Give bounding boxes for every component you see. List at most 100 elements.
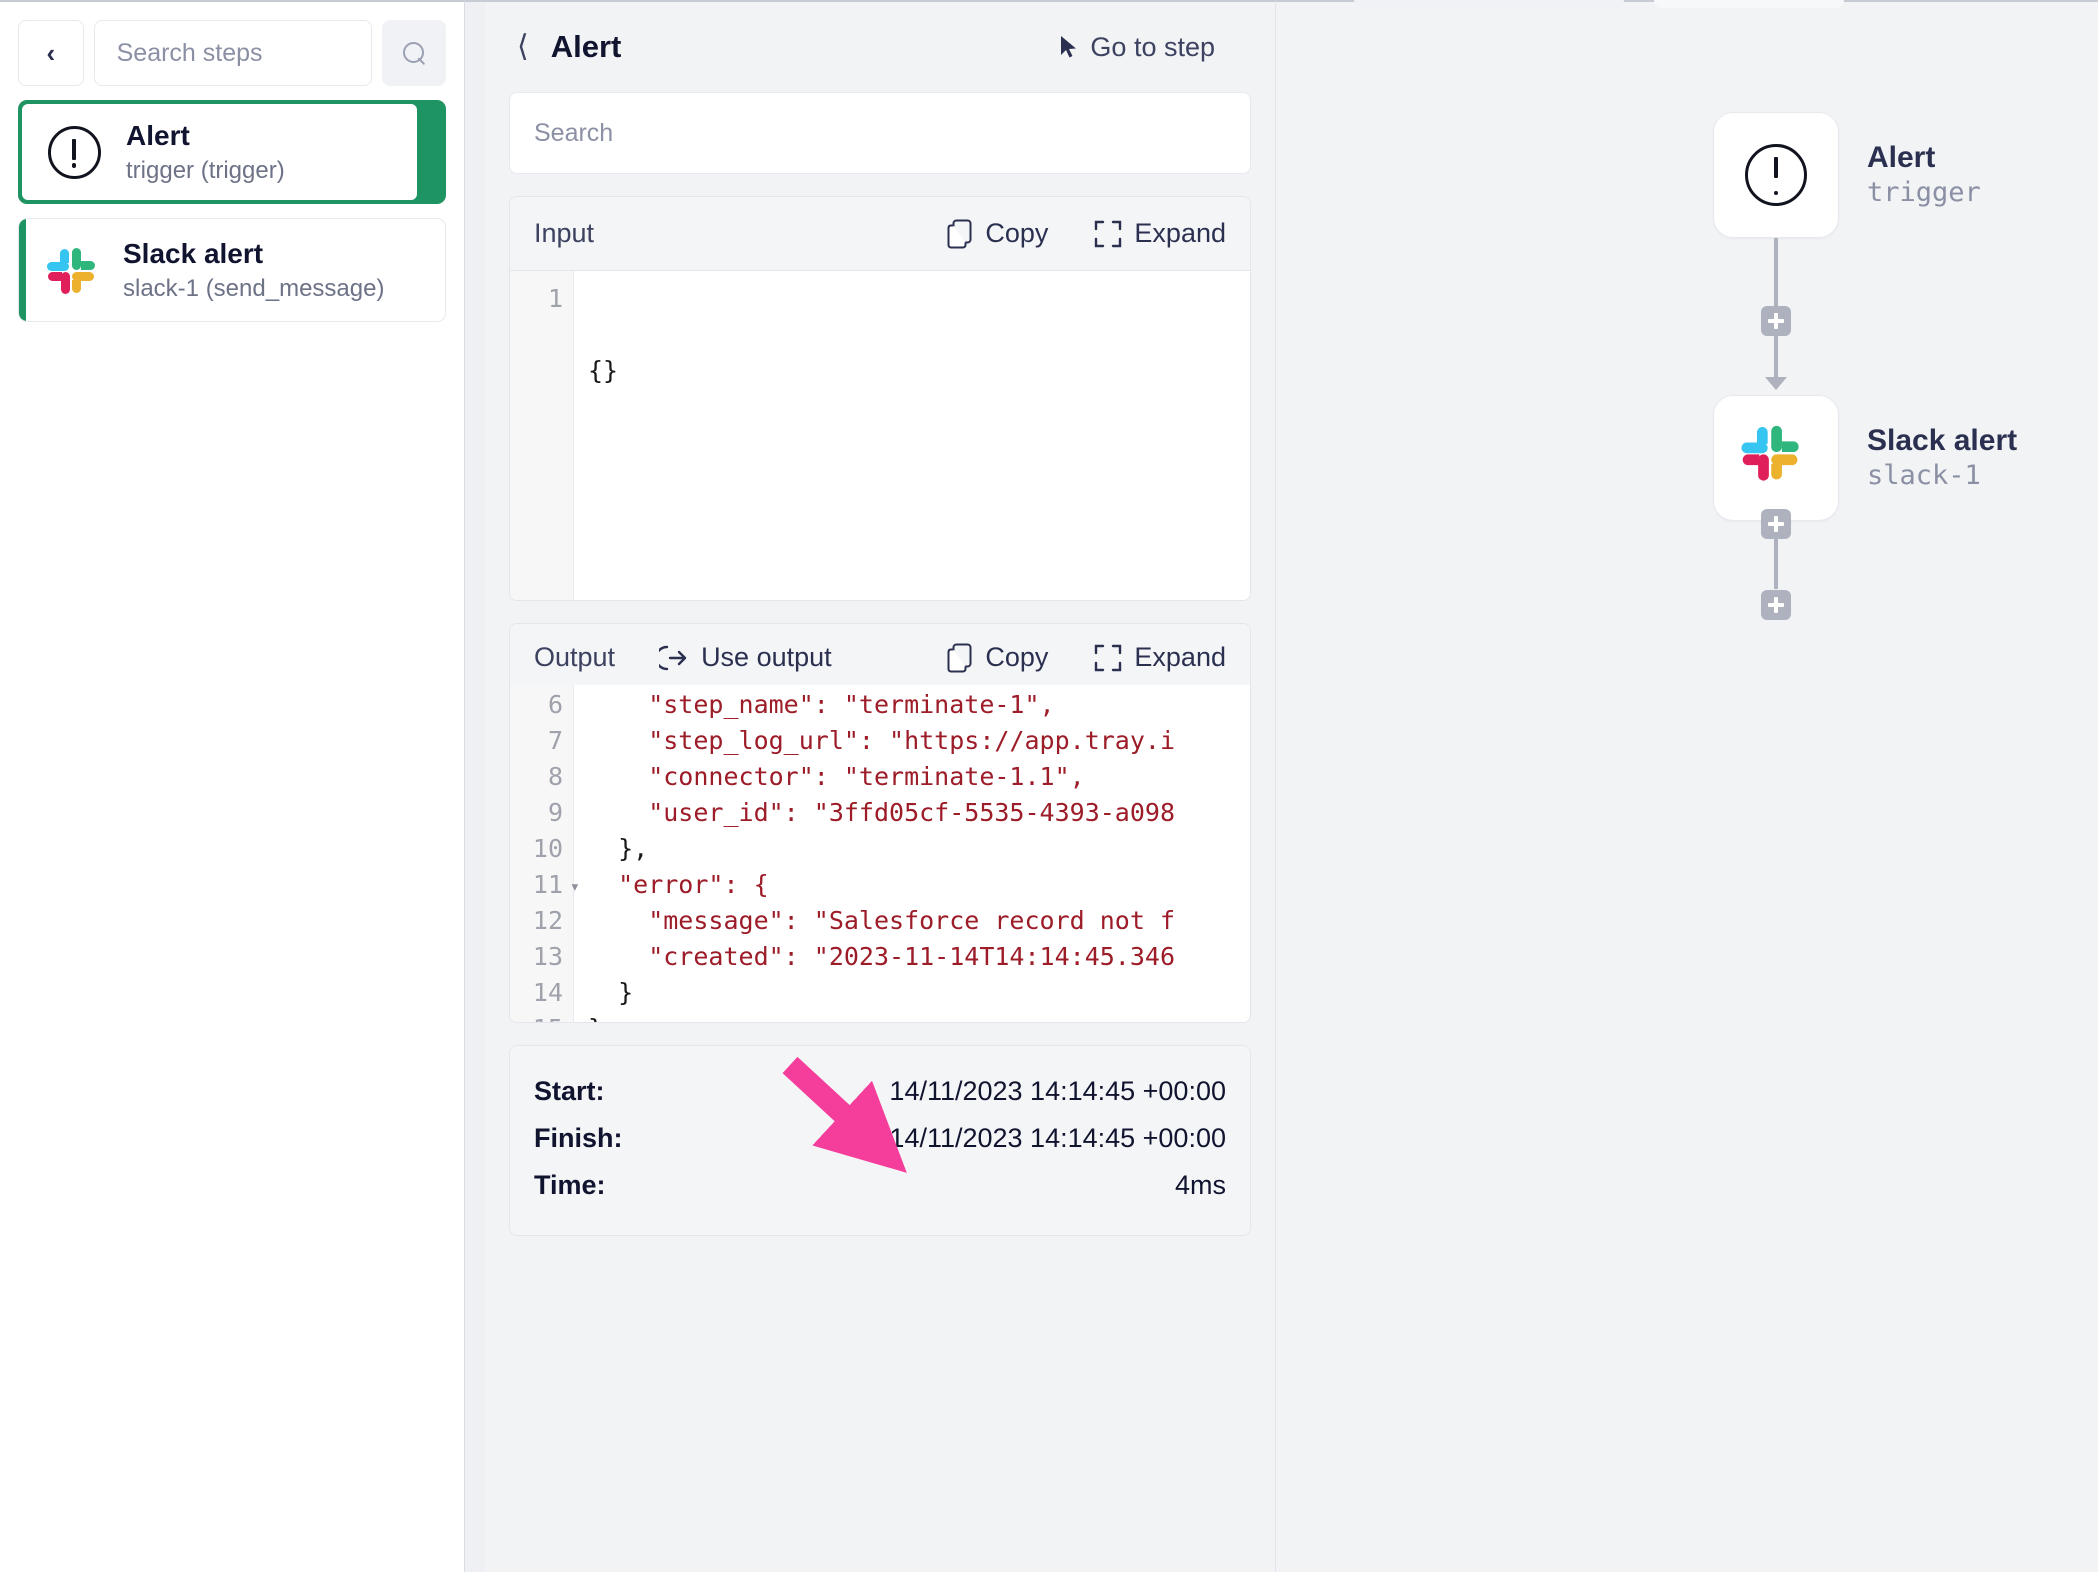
use-output-label: Use output [701, 642, 832, 673]
copy-icon [947, 219, 973, 249]
line-number: 6 [510, 687, 563, 723]
canvas-node-alert[interactable]: Alert trigger [1713, 112, 1981, 238]
detail-search-input[interactable] [534, 119, 1226, 148]
line-number: 15 [510, 1011, 563, 1022]
panel-divider [465, 2, 485, 1572]
input-line-numbers: 1 [510, 271, 574, 600]
sidebar-step-slack-alert[interactable]: Slack alert slack-1 (send_message) [18, 218, 446, 322]
copy-icon [947, 643, 973, 673]
canvas-node-alert-box[interactable] [1713, 112, 1839, 238]
step-detail-panel-wrap: ⟨ Alert Go to step Input [465, 0, 1275, 1572]
sidebar-step-alert[interactable]: Alert trigger (trigger) [18, 100, 446, 204]
chevron-left-icon: ⟨ [517, 30, 529, 63]
expand-icon [1094, 644, 1122, 672]
input-panel-label: Input [534, 218, 594, 249]
page-title: Alert [551, 29, 622, 65]
sidebar-collapse-button[interactable]: ‹ [18, 20, 84, 86]
canvas-node-subtitle: slack-1 [1867, 459, 2017, 493]
output-expand-button[interactable]: Expand [1094, 642, 1226, 673]
code-line: {} [588, 353, 1250, 389]
expand-icon [1094, 220, 1122, 248]
canvas-edge-1 [1774, 238, 1778, 306]
meta-row-time: Time: 4ms [534, 1162, 1226, 1209]
canvas-node-subtitle: trigger [1867, 176, 1981, 210]
add-step-button-1[interactable] [1761, 306, 1791, 336]
input-code-area[interactable]: 1 {} [510, 271, 1250, 600]
go-to-step-button[interactable]: Go to step [1060, 32, 1243, 63]
line-number: 12 [510, 903, 563, 939]
slack-icon [19, 244, 123, 296]
canvas-toolbar-ghost-2 [1654, 0, 1844, 8]
code-line: } [588, 975, 1250, 1011]
detail-back-button[interactable]: ⟨ [517, 32, 529, 62]
input-copy-label: Copy [985, 218, 1048, 249]
meta-value: 14/11/2023 14:14:45 +00:00 [889, 1123, 1226, 1154]
code-line: } [588, 1011, 1250, 1022]
code-line: "step_log_url": "https://app.tray.i [588, 723, 1250, 759]
canvas-node-title: Slack alert [1867, 423, 2017, 459]
input-expand-label: Expand [1134, 218, 1226, 249]
detail-search-field[interactable] [509, 92, 1251, 174]
line-number: 8 [510, 759, 563, 795]
step-search-button[interactable] [382, 20, 446, 86]
output-expand-label: Expand [1134, 642, 1226, 673]
canvas-node-slack-alert[interactable]: Slack alert slack-1 [1713, 395, 2017, 521]
search-icon [403, 42, 426, 65]
output-code-area[interactable]: 67891011▾12131415 "step_name": "terminat… [510, 685, 1250, 1022]
line-number: 11▾ [510, 867, 563, 903]
input-panel-header: Input Copy [510, 197, 1250, 271]
input-panel: Input Copy [509, 196, 1251, 601]
use-output-icon [659, 645, 689, 671]
meta-row-finish: Finish: 14/11/2023 14:14:45 +00:00 [534, 1115, 1226, 1162]
detail-header: ⟨ Alert Go to step [509, 2, 1251, 92]
canvas-edge-1b [1774, 336, 1778, 380]
step-subtitle: slack-1 (send_message) [123, 273, 384, 304]
output-panel: Output Use output [509, 623, 1251, 1023]
line-number: 1 [510, 281, 563, 317]
input-expand-button[interactable]: Expand [1094, 218, 1226, 249]
alert-icon [22, 126, 126, 179]
alert-icon [1745, 144, 1807, 206]
workflow-canvas[interactable]: Alert trigger Slack alert slack-1 [1275, 0, 2098, 1572]
code-line: }, [588, 831, 1250, 867]
meta-value: 4ms [1175, 1170, 1226, 1201]
code-line: "connector": "terminate-1.1", [588, 759, 1250, 795]
step-search-input[interactable] [117, 39, 350, 68]
cursor-arrow-icon [1060, 35, 1078, 59]
output-code-content: "step_name": "terminate-1", "step_log_ur… [574, 685, 1250, 1022]
line-number: 13 [510, 939, 563, 975]
output-line-numbers: 67891011▾12131415 [510, 685, 574, 1022]
output-copy-label: Copy [985, 642, 1048, 673]
meta-key: Time: [534, 1170, 606, 1201]
use-output-button[interactable]: Use output [659, 642, 832, 673]
code-line: "created": "2023-11-14T14:14:45.346 [588, 939, 1250, 975]
step-search-field[interactable] [94, 20, 373, 86]
sidebar-toolbar: ‹ [18, 20, 446, 86]
input-code-content: {} [574, 271, 1250, 600]
canvas-node-title: Alert [1867, 140, 1981, 176]
run-timing-panel: Start: 14/11/2023 14:14:45 +00:00 Finish… [509, 1045, 1251, 1236]
step-subtitle: trigger (trigger) [126, 155, 285, 186]
line-number: 9 [510, 795, 563, 831]
line-number: 10 [510, 831, 563, 867]
go-to-step-label: Go to step [1090, 32, 1215, 63]
output-panel-label: Output [534, 642, 615, 673]
output-panel-header: Output Use output [510, 624, 1250, 693]
meta-row-start: Start: 14/11/2023 14:14:45 +00:00 [534, 1068, 1226, 1115]
add-step-button-2[interactable] [1761, 590, 1791, 620]
fold-toggle-icon[interactable]: ▾ [570, 869, 580, 905]
workflow-debug-screen: ‹ Alert trigger (trigger) [0, 0, 2098, 1572]
code-line: "error": { [588, 867, 1250, 903]
canvas-node-slack-box[interactable] [1713, 395, 1839, 521]
meta-key: Finish: [534, 1123, 623, 1154]
step-title: Slack alert [123, 236, 384, 271]
meta-value: 14/11/2023 14:14:45 +00:00 [889, 1076, 1226, 1107]
code-line: "message": "Salesforce record not f [588, 903, 1250, 939]
input-copy-button[interactable]: Copy [947, 218, 1048, 249]
step-detail-panel: ⟨ Alert Go to step Input [485, 2, 1275, 1572]
line-number: 14 [510, 975, 563, 1011]
code-line: "user_id": "3ffd05cf-5535-4393-a098 [588, 795, 1250, 831]
output-copy-button[interactable]: Copy [947, 642, 1048, 673]
step-title: Alert [126, 118, 285, 153]
step-list: Alert trigger (trigger) [18, 100, 446, 322]
